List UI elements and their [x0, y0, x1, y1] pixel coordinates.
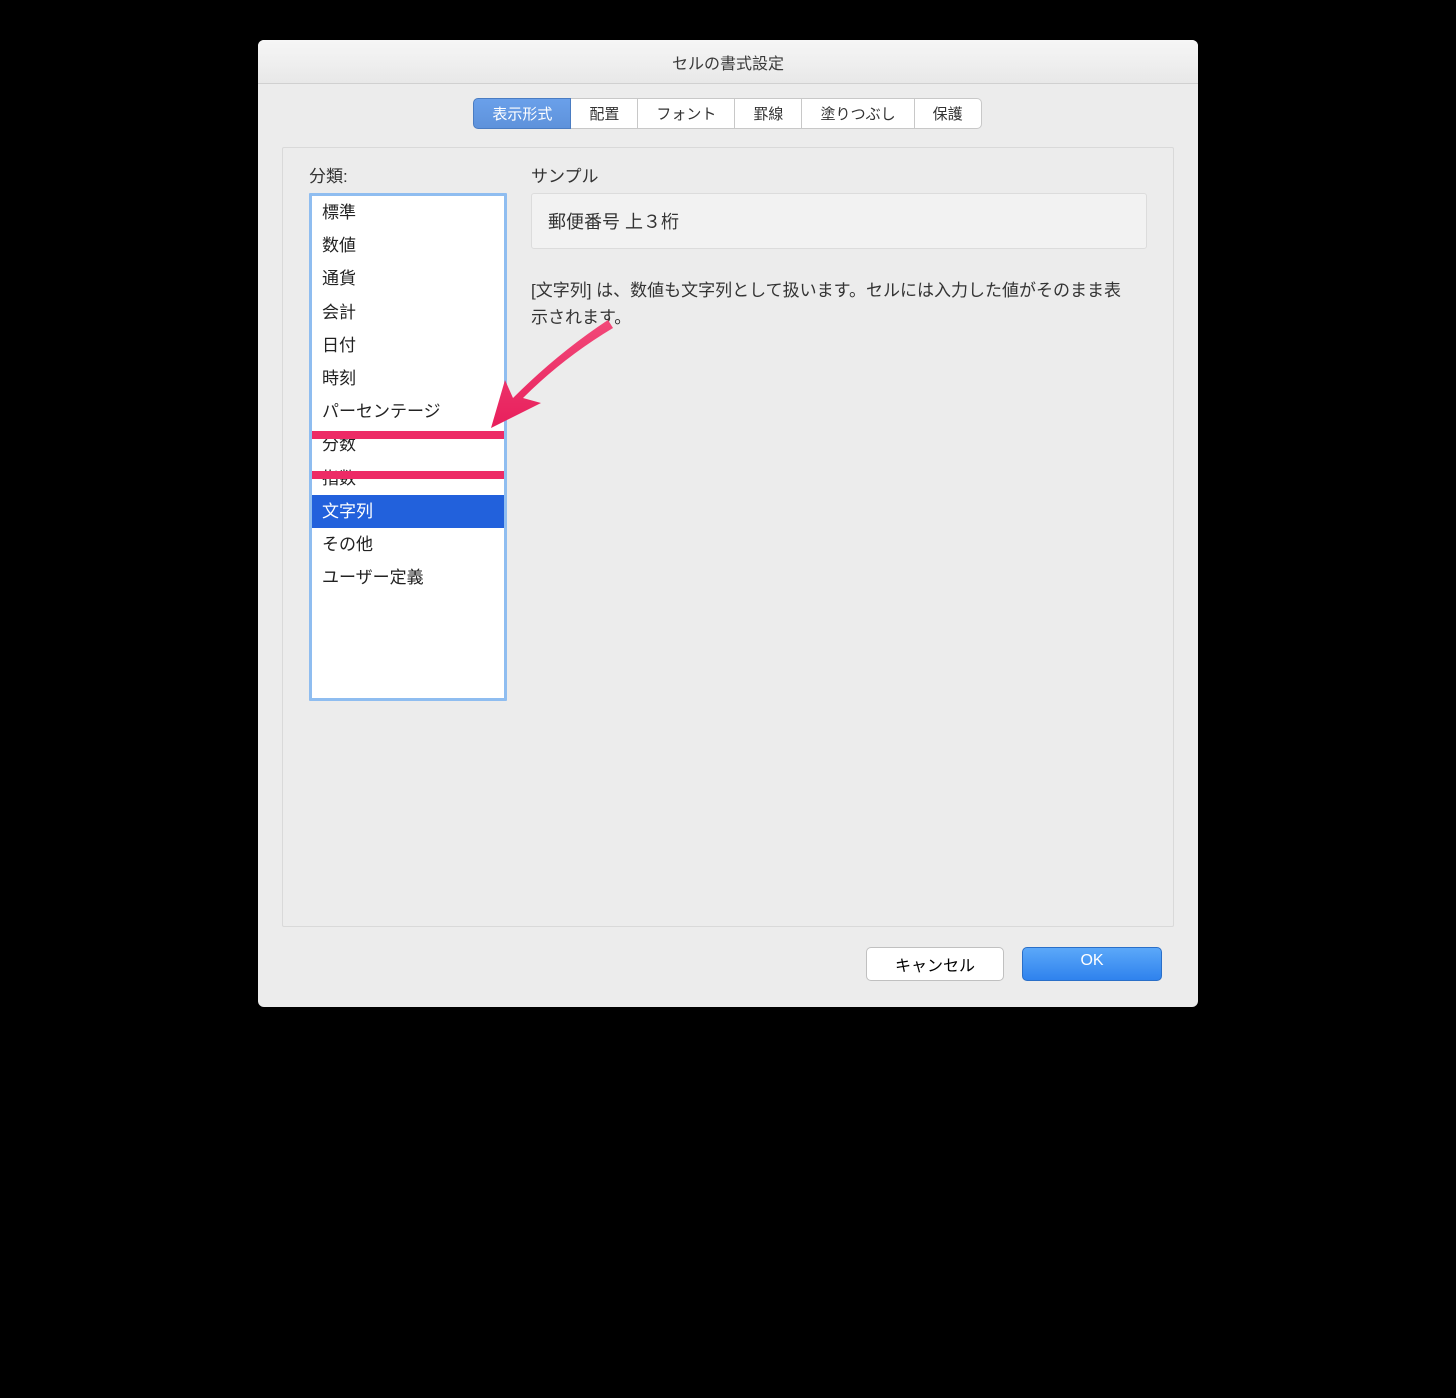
category-item[interactable]: 日付	[312, 329, 504, 362]
tab-font[interactable]: フォント	[637, 98, 735, 129]
dialog-buttons: キャンセル OK	[258, 941, 1198, 1007]
sample-label: サンプル	[531, 158, 1147, 187]
category-item[interactable]: 分数	[312, 428, 504, 461]
category-item[interactable]: 会計	[312, 296, 504, 329]
category-item[interactable]: パーセンテージ	[312, 395, 504, 428]
tab-border[interactable]: 罫線	[734, 98, 802, 129]
category-item[interactable]: 文字列	[312, 495, 504, 528]
tab-bar: 表示形式 配置 フォント 罫線 塗りつぶし 保護	[258, 84, 1198, 147]
category-item[interactable]: 指数	[312, 462, 504, 495]
category-item[interactable]: 標準	[312, 196, 504, 229]
category-item[interactable]: その他	[312, 528, 504, 561]
category-listbox[interactable]: 標準数値通貨会計日付時刻パーセンテージ分数指数文字列その他ユーザー定義	[309, 193, 507, 701]
tab-protection[interactable]: 保護	[914, 98, 982, 129]
category-item[interactable]: 時刻	[312, 362, 504, 395]
category-label: 分類:	[309, 158, 507, 187]
content-panel: 分類: 標準数値通貨会計日付時刻パーセンテージ分数指数文字列その他ユーザー定義 …	[282, 147, 1174, 927]
category-item[interactable]: ユーザー定義	[312, 561, 504, 594]
tab-format[interactable]: 表示形式	[473, 98, 571, 129]
sample-value: 郵便番号 上３桁	[531, 193, 1147, 249]
tab-fill[interactable]: 塗りつぶし	[801, 98, 914, 129]
tab-alignment[interactable]: 配置	[570, 98, 638, 129]
category-item[interactable]: 通貨	[312, 262, 504, 295]
ok-button[interactable]: OK	[1022, 947, 1162, 981]
cancel-button[interactable]: キャンセル	[866, 947, 1004, 981]
format-description: [文字列] は、数値も文字列として扱います。セルには入力した値がそのまま表示され…	[531, 277, 1147, 331]
dialog-window: セルの書式設定 表示形式 配置 フォント 罫線 塗りつぶし 保護 分類: 標準数…	[258, 40, 1198, 1007]
category-item[interactable]: 数値	[312, 229, 504, 262]
dialog-title: セルの書式設定	[258, 40, 1198, 84]
